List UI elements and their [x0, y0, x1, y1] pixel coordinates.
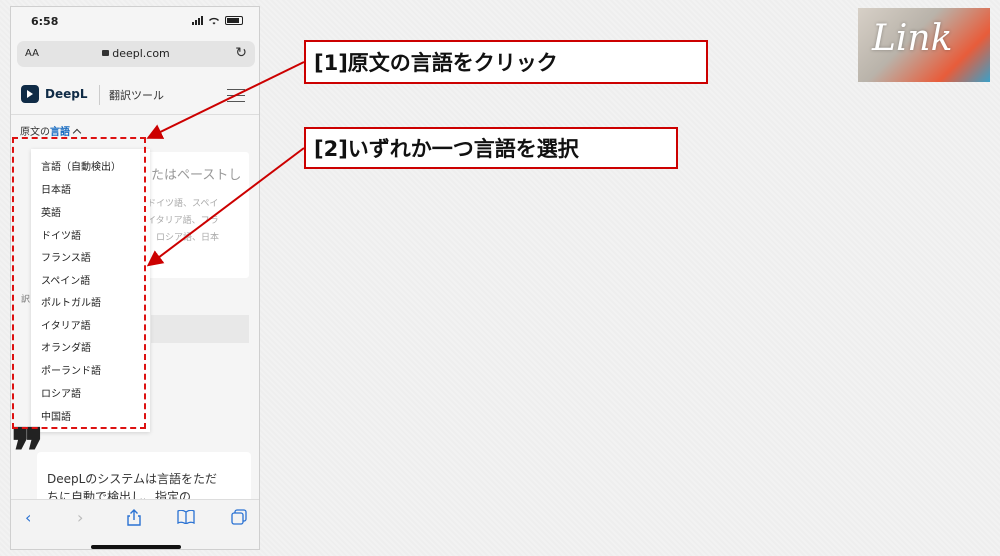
chevron-up-icon[interactable] — [72, 128, 82, 138]
share-icon[interactable] — [127, 509, 141, 526]
url-text: deepl.com — [112, 47, 170, 60]
forward-icon[interactable]: › — [77, 508, 83, 527]
tabs-icon[interactable] — [231, 509, 247, 525]
callout-step-2-text: [2]いずれか一つ言語を選択 — [314, 137, 579, 161]
reload-icon[interactable]: ↻ — [235, 45, 247, 61]
hint-line: 、ロシア語、日本 — [147, 233, 220, 243]
source-text-placeholder: たはペーストし — [151, 168, 242, 183]
menu-icon[interactable] — [227, 89, 245, 103]
status-bar: 6:58 — [11, 7, 259, 37]
wifi-icon — [209, 17, 219, 25]
back-icon[interactable]: ‹ — [25, 508, 31, 527]
source-text-card: たはペーストし ドイツ語、スペイ イタリア語、フラ 、ロシア語、日本 。 — [137, 152, 249, 278]
hint-line: 。 — [147, 250, 157, 260]
callout-step-1: [1]原文の言語をクリック — [304, 40, 708, 84]
bookmarks-icon[interactable] — [177, 510, 195, 524]
url-display[interactable]: deepl.com — [17, 47, 255, 60]
header-divider — [99, 85, 100, 105]
deepl-header: DeepL 翻訳ツール — [11, 75, 259, 115]
hint-line: ドイツ語、スペイ — [147, 199, 219, 209]
signal-icon — [192, 16, 203, 25]
source-language-selector[interactable]: 原文の言語 — [20, 123, 82, 138]
battery-icon — [225, 16, 243, 25]
link-logo-text: Link — [872, 18, 953, 59]
callout-step-2: [2]いずれか一つ言語を選択 — [304, 127, 678, 169]
home-indicator — [91, 545, 181, 549]
status-time: 6:58 — [31, 15, 59, 28]
link-logo: Link — [858, 8, 990, 82]
browser-toolbar: ‹ › — [11, 499, 259, 549]
deepl-logo-icon[interactable] — [21, 85, 39, 103]
dropdown-highlight-box — [12, 137, 146, 429]
address-bar[interactable]: AA deepl.com ↻ — [17, 41, 255, 67]
status-icons — [192, 16, 243, 25]
target-text-strip — [151, 315, 249, 343]
callout-step-1-text: [1]原文の言語をクリック — [314, 51, 558, 75]
brand-name[interactable]: DeepL — [45, 87, 87, 101]
source-text-hint: ドイツ語、スペイ イタリア語、フラ 、ロシア語、日本 。 — [147, 196, 219, 264]
lock-icon — [102, 50, 110, 56]
app-subtitle[interactable]: 翻訳ツール — [109, 87, 164, 103]
hint-line: イタリア語、フラ — [147, 216, 219, 226]
